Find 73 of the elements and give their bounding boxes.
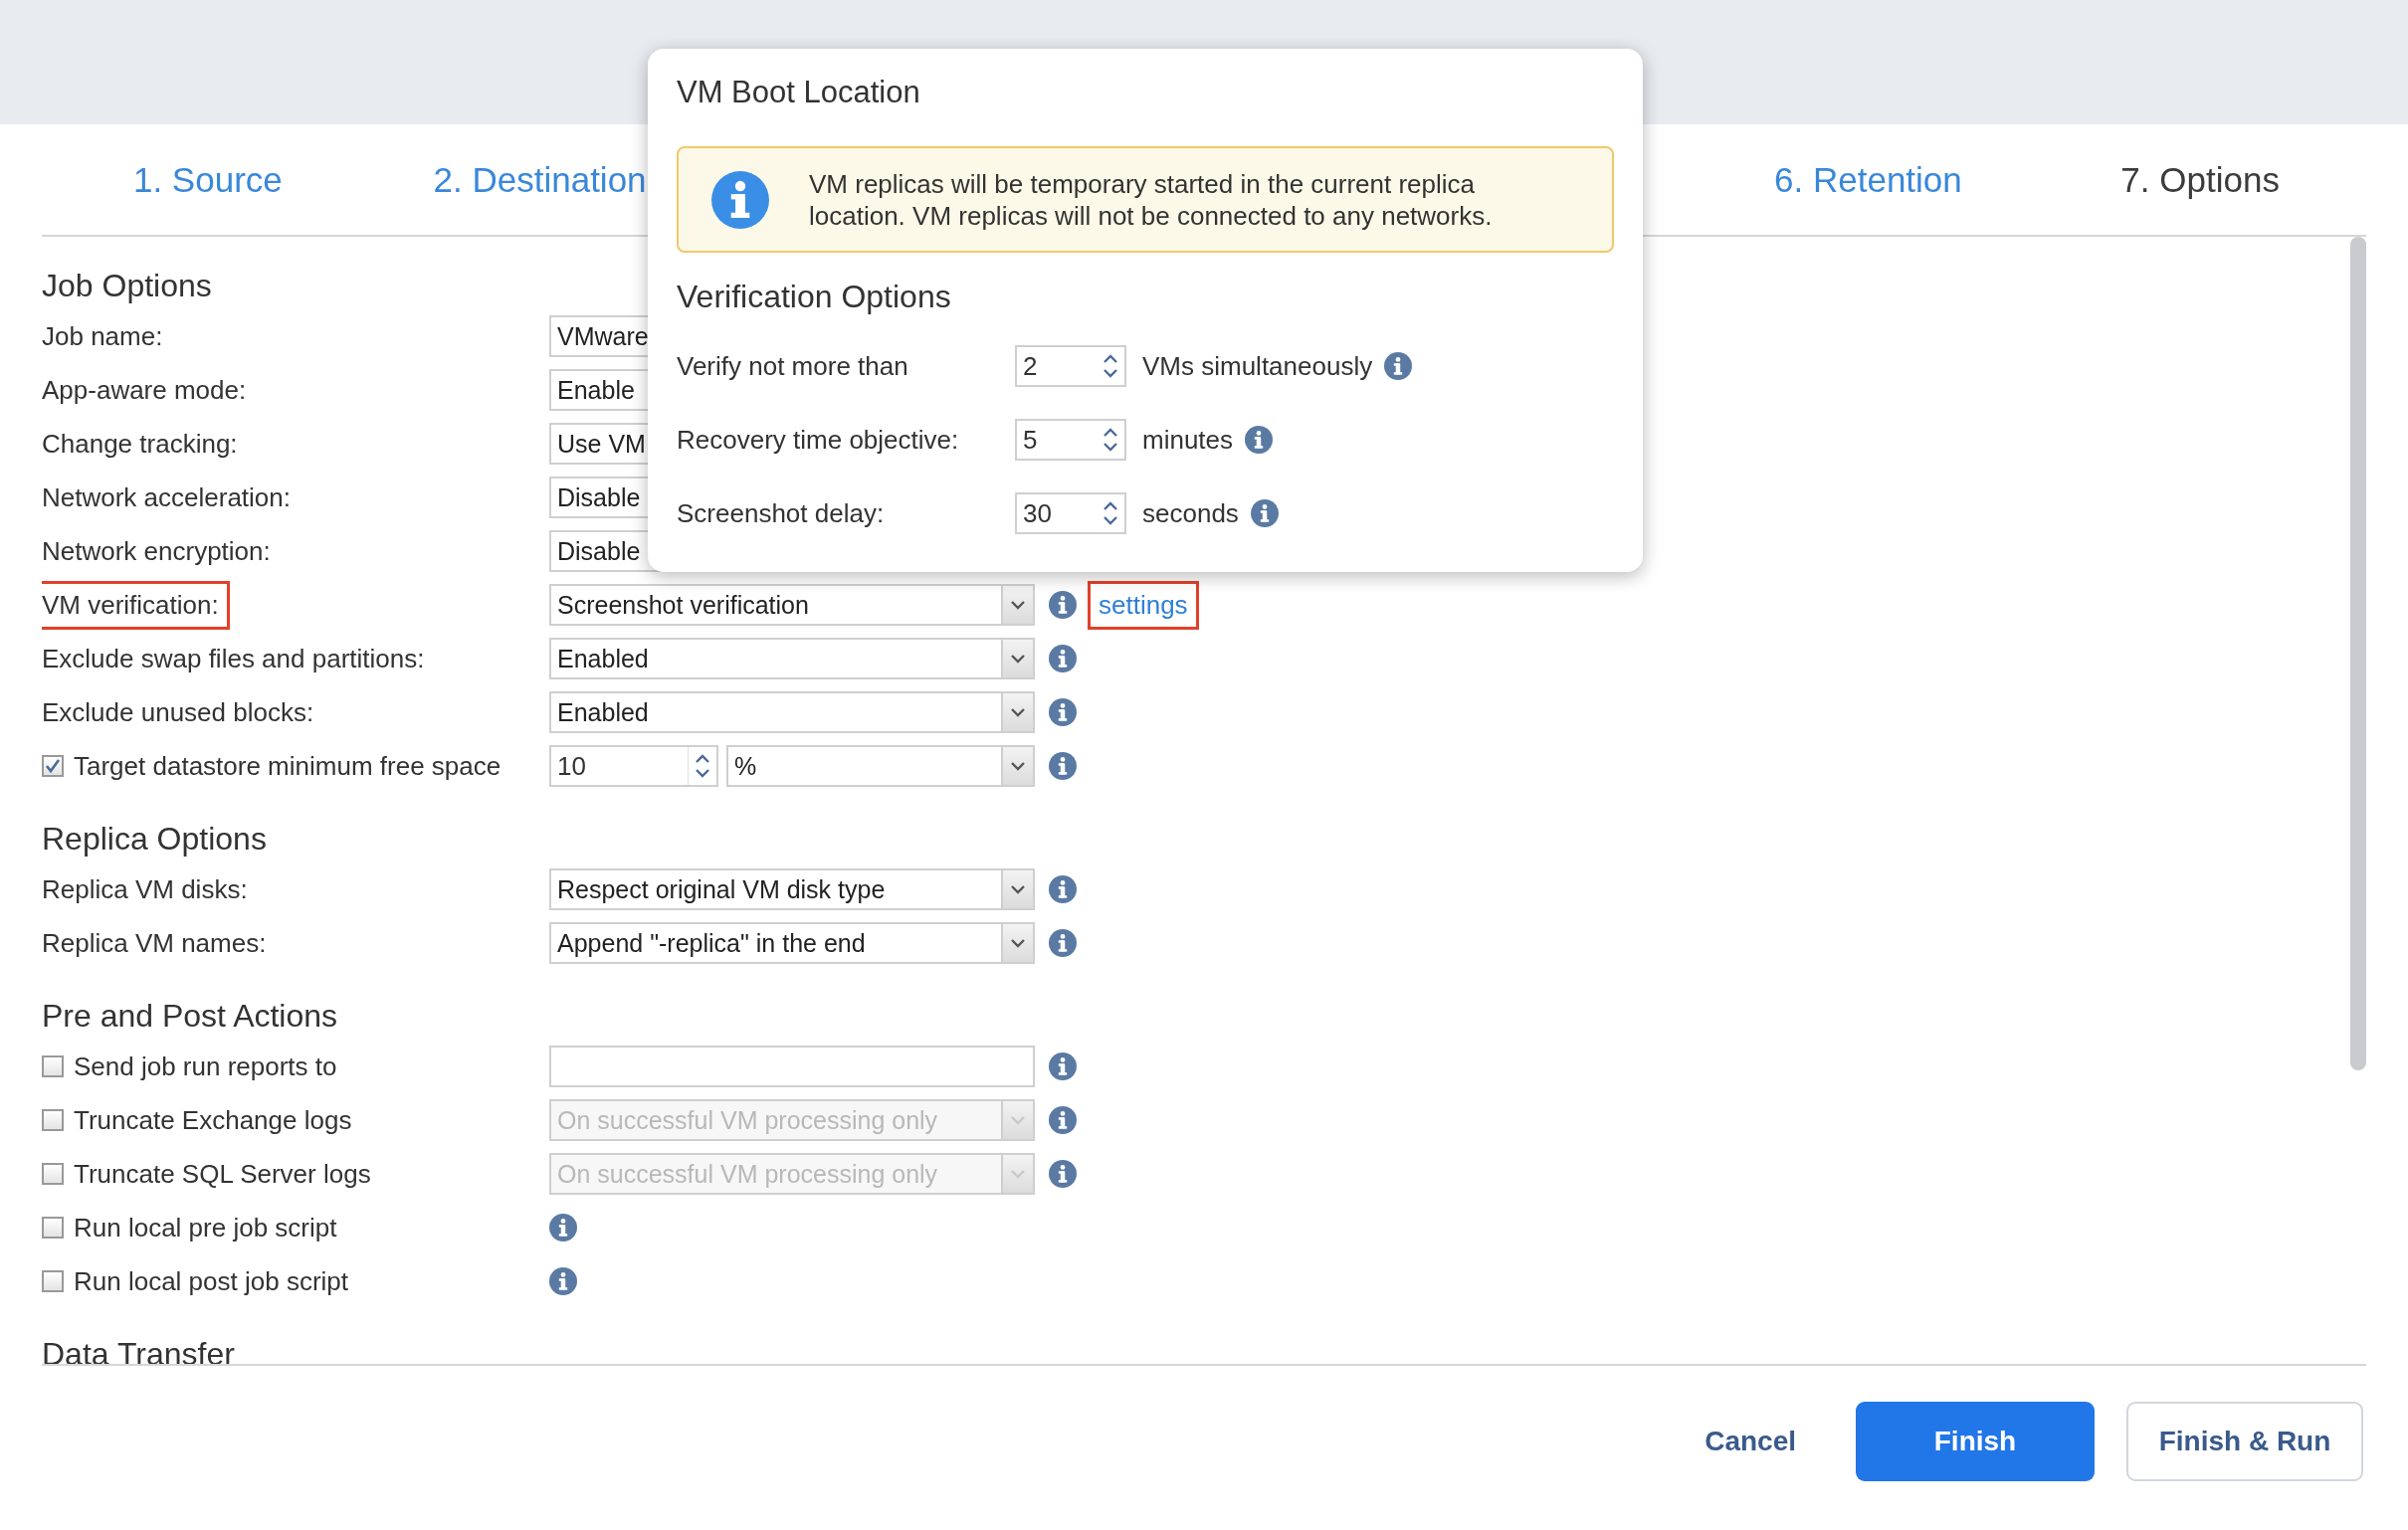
scrollbar[interactable] [2350, 237, 2366, 1070]
number-field[interactable]: 10 [549, 745, 718, 787]
field-label: Verify not more than [677, 350, 909, 382]
field-label: App-aware mode: [42, 374, 247, 406]
finish-button[interactable]: Finish [1856, 1402, 2095, 1481]
dropdown[interactable]: Append "-replica" in the end [549, 922, 1035, 964]
field-label: Screenshot delay: [677, 497, 886, 529]
highlighted-field-label: VM verification: [42, 583, 227, 627]
checkbox[interactable] [42, 755, 64, 777]
info-icon[interactable] [1245, 426, 1274, 454]
field-label: Run local pre job script [74, 1212, 337, 1243]
field-label: Exclude unused blocks: [42, 696, 314, 728]
number-field[interactable]: 5 [1015, 419, 1126, 461]
section-heading: Job Options [42, 267, 212, 305]
checkbox[interactable] [42, 1055, 64, 1077]
info-icon[interactable] [1049, 591, 1077, 619]
dropdown[interactable]: Enabled [549, 691, 1035, 733]
field-label: Network encryption: [42, 535, 271, 567]
dropdown[interactable]: Respect original VM disk type [549, 868, 1035, 910]
wizard-step-tab[interactable]: 2. Destination [433, 159, 647, 200]
info-icon[interactable] [1049, 698, 1077, 726]
caret-icon [1001, 1155, 1033, 1193]
wizard-step-tab[interactable]: 6. Retention [1774, 159, 1962, 200]
caret-icon [1001, 586, 1033, 624]
section-heading: Pre and Post Actions [42, 997, 338, 1036]
info-icon [711, 170, 769, 229]
caret-icon [1001, 870, 1033, 908]
caret-icon [1001, 640, 1033, 677]
field-label: Replica VM disks: [42, 873, 248, 905]
unit-label: minutes [1142, 424, 1234, 456]
section-heading: Replica Options [42, 820, 267, 859]
popup-title: VM Boot Location [677, 75, 920, 110]
field-label: Job name: [42, 320, 163, 352]
unit-label: VMs simultaneously [1142, 350, 1373, 382]
field-label: Send job run reports to [74, 1051, 337, 1082]
field-label: Truncate SQL Server logs [74, 1158, 371, 1190]
cancel-button[interactable]: Cancel [1677, 1402, 1824, 1481]
field-label: Run local post job script [74, 1265, 349, 1297]
info-icon[interactable] [549, 1267, 577, 1295]
field-label: Replica VM names: [42, 927, 267, 959]
field-label: Exclude swap files and partitions: [42, 643, 425, 674]
wizard-step-tab[interactable]: 7. Options [2120, 159, 2280, 200]
field-label: Truncate Exchange logs [74, 1104, 352, 1136]
settings-link[interactable]: settings [1091, 583, 1196, 627]
info-icon[interactable] [1384, 352, 1413, 380]
caret-icon [1001, 747, 1033, 785]
info-icon[interactable] [1049, 1052, 1077, 1080]
field-label: Recovery time objective: [677, 424, 960, 456]
number-field[interactable]: 2 [1015, 345, 1126, 387]
checkbox[interactable] [42, 1270, 64, 1292]
info-icon[interactable] [1049, 875, 1077, 903]
caret-icon [1001, 924, 1033, 962]
info-icon[interactable] [1049, 752, 1077, 780]
number-field[interactable]: 30 [1015, 492, 1126, 534]
caret-icon [1001, 693, 1033, 731]
finish-and-run-button[interactable]: Finish & Run [2126, 1402, 2363, 1481]
info-icon[interactable] [549, 1214, 577, 1242]
dropdown[interactable]: Screenshot verification [549, 584, 1035, 626]
caret-icon [1001, 1101, 1033, 1139]
field-label: Network acceleration: [42, 481, 291, 513]
text-field[interactable] [549, 1046, 1035, 1087]
wizard-step-tab[interactable]: 1. Source [132, 159, 283, 200]
info-icon[interactable] [1049, 929, 1077, 957]
info-icon[interactable] [1250, 499, 1279, 527]
info-icon[interactable] [1049, 645, 1077, 672]
field-label: Change tracking: [42, 428, 238, 460]
dropdown[interactable]: % [726, 745, 1035, 787]
field-label: Target datastore minimum free space [74, 750, 502, 782]
banner-message: VM replicas will be temporary started in the current replica location. VM replicas will not be connected to any networks. [809, 167, 1494, 232]
unit-label: seconds [1142, 497, 1239, 529]
checkbox[interactable] [42, 1217, 64, 1239]
section-heading: Verification Options [677, 279, 952, 315]
dropdown[interactable]: Enabled [549, 638, 1035, 679]
